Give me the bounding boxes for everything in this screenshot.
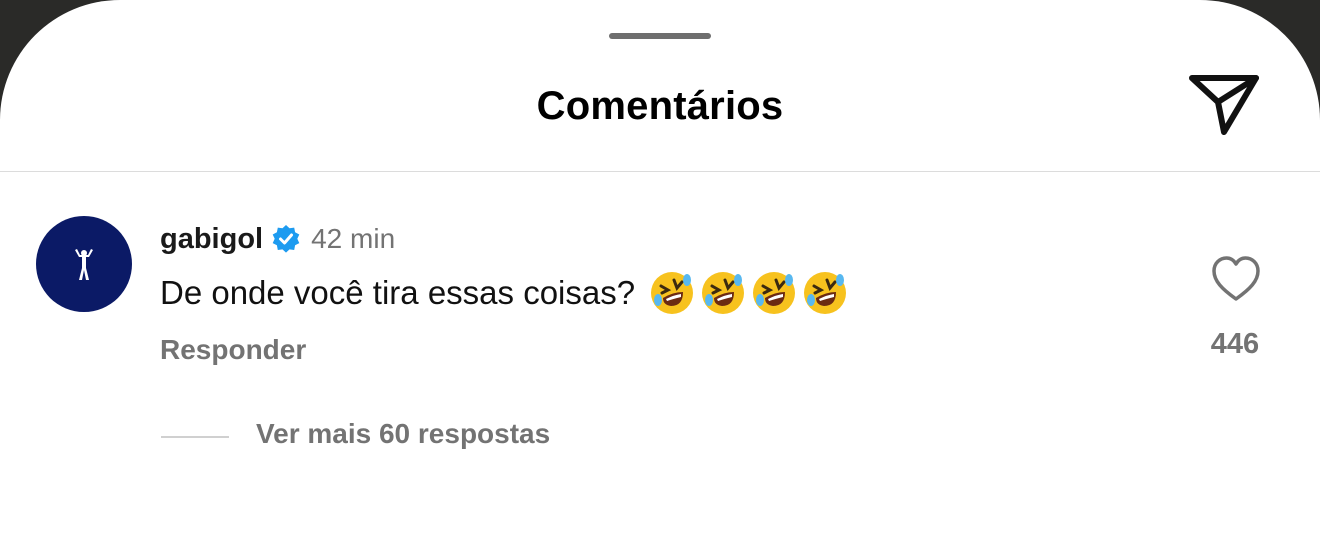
rofl-emoji-icon xyxy=(753,272,796,314)
view-more-replies-button[interactable]: Ver mais 60 respostas xyxy=(256,418,550,450)
emoji-group xyxy=(649,270,853,316)
replies-divider-line xyxy=(161,436,229,438)
comment-text: De onde você tira essas coisas? xyxy=(160,274,636,311)
header-divider xyxy=(0,171,1320,172)
paper-plane-icon xyxy=(1189,75,1259,135)
like-count: 446 xyxy=(1210,328,1260,360)
comment-username[interactable]: gabigol xyxy=(160,223,263,256)
reply-button[interactable]: Responder xyxy=(160,334,306,366)
avatar[interactable] xyxy=(36,216,132,312)
share-button[interactable] xyxy=(1188,72,1260,136)
like-button[interactable] xyxy=(1210,254,1262,304)
page-title: Comentários xyxy=(536,84,784,128)
athlete-silhouette-icon xyxy=(75,249,93,280)
rofl-emoji-icon xyxy=(804,272,847,314)
heart-outline-icon xyxy=(1212,256,1260,301)
sheet-grabber[interactable] xyxy=(609,33,711,39)
rofl-emoji-icon xyxy=(702,272,745,314)
comment-body: De onde você tira essas coisas? xyxy=(160,270,853,316)
comments-sheet: Comentários gabigol 42 min De onde você … xyxy=(0,0,1320,560)
rofl-emoji-icon xyxy=(651,272,694,314)
comment-header: gabigol 42 min xyxy=(160,221,395,257)
comment-timestamp: 42 min xyxy=(311,223,396,254)
verified-badge-icon xyxy=(272,225,300,253)
